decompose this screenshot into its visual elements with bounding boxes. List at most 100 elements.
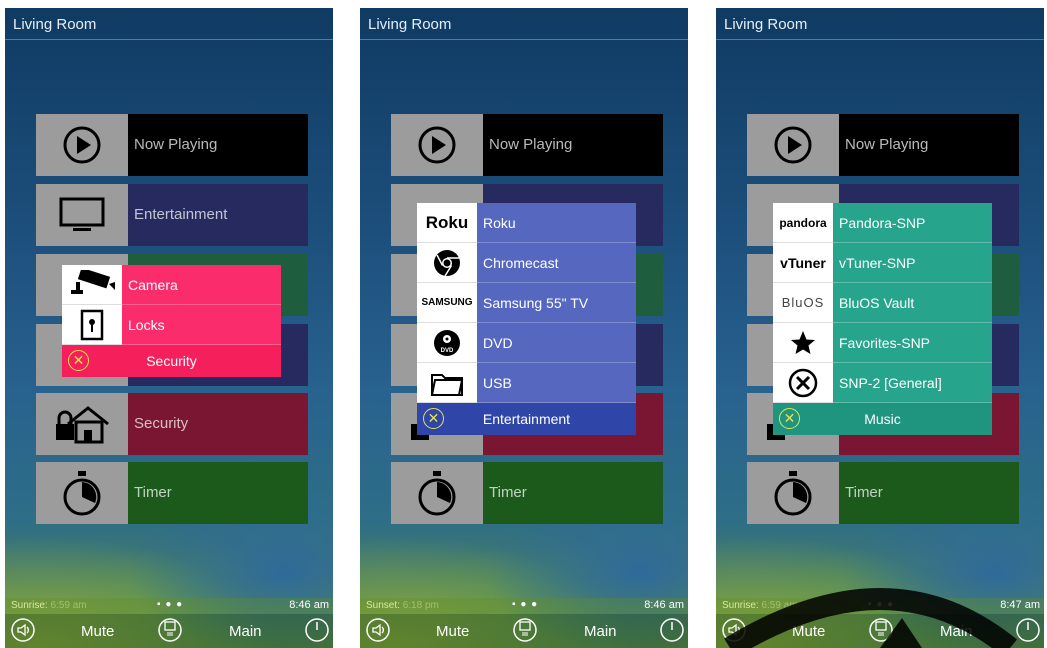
lock-icon bbox=[62, 305, 122, 345]
title-bar: Living Room bbox=[360, 8, 688, 40]
popup-footer-label: Entertainment bbox=[482, 411, 571, 427]
close-icon[interactable]: ✕ bbox=[779, 408, 800, 429]
screen-entertainment: Living Room Now Playing Timer Roku Roku … bbox=[360, 8, 688, 648]
popup-item-label: Samsung 55" TV bbox=[483, 295, 589, 311]
popup-item-dvd[interactable]: DVD DVD bbox=[417, 323, 636, 363]
title-bar: Living Room bbox=[716, 8, 1044, 40]
popup-item-label: Pandora-SNP bbox=[839, 215, 926, 231]
close-icon[interactable]: ✕ bbox=[68, 350, 89, 371]
popup-item-label: Camera bbox=[128, 277, 178, 293]
remote-icon[interactable] bbox=[513, 618, 537, 642]
popup-item-snp2[interactable]: SNP-2 [General] bbox=[773, 363, 992, 403]
security-popup: Camera Locks Security ✕ bbox=[62, 265, 281, 377]
bluos-logo: BluOS bbox=[773, 283, 833, 323]
sun-time: 6:18 pm bbox=[402, 600, 439, 611]
entertainment-popup: Roku Roku Chromecast SAMSUNG Samsung 55"… bbox=[417, 203, 636, 435]
power-icon[interactable] bbox=[660, 618, 684, 642]
page-indicator[interactable]: ▪ ● ● bbox=[157, 599, 183, 610]
room-title: Living Room bbox=[368, 16, 452, 33]
room-title: Living Room bbox=[13, 16, 97, 33]
popup-item-favorites[interactable]: Favorites-SNP bbox=[773, 323, 992, 363]
status-bar: Sunset: 6:18 pm ▪ ● ● 8:46 am bbox=[360, 598, 688, 614]
popup-item-locks[interactable]: Locks bbox=[62, 305, 281, 345]
tile-label: Timer bbox=[483, 462, 663, 524]
popup-item-vtuner[interactable]: vTuner vTuner-SNP bbox=[773, 243, 992, 283]
popup-item-camera[interactable]: Camera bbox=[62, 265, 281, 305]
popup-item-label: BluOS Vault bbox=[839, 295, 915, 311]
tile-timer[interactable]: Timer bbox=[747, 462, 1019, 524]
house-lock-icon bbox=[36, 393, 128, 455]
speaker-icon[interactable] bbox=[11, 618, 35, 642]
star-icon bbox=[773, 323, 833, 363]
clock: 8:46 am bbox=[289, 599, 329, 611]
tools-icon bbox=[773, 363, 833, 403]
mute-button[interactable]: Mute bbox=[436, 623, 469, 640]
speaker-icon[interactable] bbox=[366, 618, 390, 642]
roku-logo: Roku bbox=[417, 203, 477, 243]
tile-label: Timer bbox=[128, 462, 308, 524]
popup-item-label: Roku bbox=[483, 215, 516, 231]
popup-footer: Security ✕ bbox=[62, 345, 281, 377]
vtuner-logo: vTuner bbox=[773, 243, 833, 283]
popup-item-samsung[interactable]: SAMSUNG Samsung 55" TV bbox=[417, 283, 636, 323]
play-icon bbox=[36, 114, 128, 176]
music-popup: pandora Pandora-SNP vTuner vTuner-SNP Bl… bbox=[773, 203, 992, 435]
timer-icon bbox=[747, 462, 839, 524]
sun-time: 6:59 am bbox=[50, 600, 87, 611]
popup-item-label: USB bbox=[483, 375, 512, 391]
tile-security[interactable]: Security bbox=[36, 393, 308, 455]
play-icon bbox=[391, 114, 483, 176]
screen-security: Living Room Now Playing Entertainment Se… bbox=[5, 8, 333, 648]
popup-footer-label: Security bbox=[146, 353, 197, 369]
tile-label: Now Playing bbox=[483, 114, 663, 176]
tv-icon bbox=[36, 184, 128, 246]
close-icon[interactable]: ✕ bbox=[423, 408, 444, 429]
folder-icon bbox=[417, 363, 477, 403]
tile-timer[interactable]: Timer bbox=[36, 462, 308, 524]
chromecast-icon bbox=[417, 243, 477, 283]
tile-entertainment[interactable]: Entertainment bbox=[36, 184, 308, 246]
clock: 8:46 am bbox=[644, 599, 684, 611]
main-button[interactable]: Main bbox=[584, 623, 617, 640]
title-bar: Living Room bbox=[5, 8, 333, 40]
dvd-icon: DVD bbox=[417, 323, 477, 363]
bottom-bar: Mute Main bbox=[5, 614, 333, 648]
popup-item-chromecast[interactable]: Chromecast bbox=[417, 243, 636, 283]
stage: Living Room Now Playing Entertainment Se… bbox=[0, 0, 1047, 648]
tile-now-playing[interactable]: Now Playing bbox=[36, 114, 308, 176]
svg-text:DVD: DVD bbox=[441, 348, 454, 354]
sun-label: Sunrise: bbox=[11, 600, 48, 611]
page-indicator[interactable]: ▪ ● ● bbox=[512, 599, 538, 610]
popup-item-pandora[interactable]: pandora Pandora-SNP bbox=[773, 203, 992, 243]
popup-footer: Entertainment ✕ bbox=[417, 403, 636, 435]
popup-item-label: Favorites-SNP bbox=[839, 335, 931, 351]
popup-item-label: SNP-2 [General] bbox=[839, 375, 942, 391]
bottom-bar: Mute Main bbox=[360, 614, 688, 648]
tile-label: Security bbox=[128, 393, 308, 455]
tile-label: Timer bbox=[839, 462, 1019, 524]
tile-now-playing[interactable]: Now Playing bbox=[747, 114, 1019, 176]
popup-item-usb[interactable]: USB bbox=[417, 363, 636, 403]
main-button[interactable]: Main bbox=[229, 623, 262, 640]
remote-icon[interactable] bbox=[158, 618, 182, 642]
tile-label: Now Playing bbox=[839, 114, 1019, 176]
popup-item-label: Locks bbox=[128, 317, 165, 333]
room-title: Living Room bbox=[724, 16, 808, 33]
pandora-logo: pandora bbox=[773, 203, 833, 243]
tile-label: Now Playing bbox=[128, 114, 308, 176]
samsung-logo: SAMSUNG bbox=[417, 283, 477, 323]
tile-now-playing[interactable]: Now Playing bbox=[391, 114, 663, 176]
popup-item-bluos[interactable]: BluOS BluOS Vault bbox=[773, 283, 992, 323]
decorative-arc bbox=[724, 588, 1017, 648]
camera-icon bbox=[62, 265, 122, 305]
popup-footer-label: Music bbox=[864, 411, 901, 427]
popup-item-label: DVD bbox=[483, 335, 513, 351]
tile-timer[interactable]: Timer bbox=[391, 462, 663, 524]
timer-icon bbox=[36, 462, 128, 524]
popup-item-roku[interactable]: Roku Roku bbox=[417, 203, 636, 243]
tile-label: Entertainment bbox=[128, 184, 308, 246]
power-icon[interactable] bbox=[305, 618, 329, 642]
mute-button[interactable]: Mute bbox=[81, 623, 114, 640]
status-bar: Sunrise: 6:59 am ▪ ● ● 8:46 am bbox=[5, 598, 333, 614]
timer-icon bbox=[391, 462, 483, 524]
